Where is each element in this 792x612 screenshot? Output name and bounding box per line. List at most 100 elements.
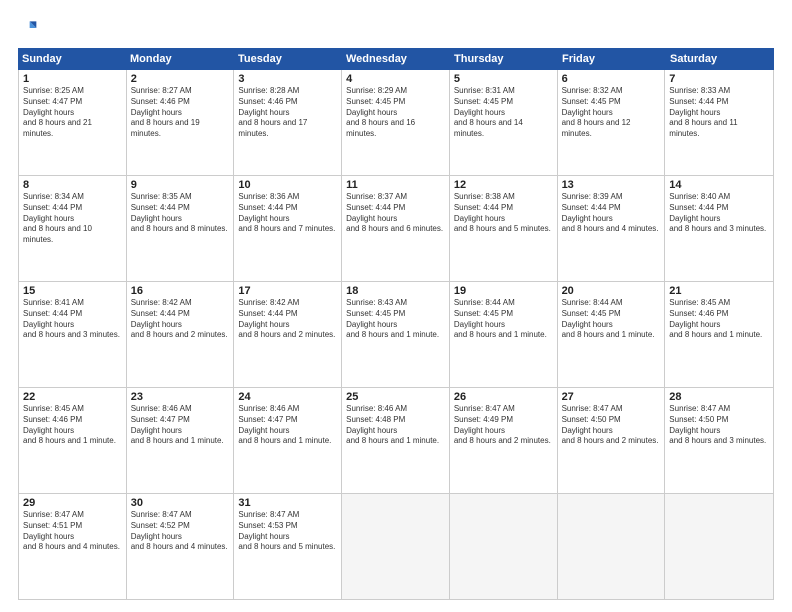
cell-text: Sunrise: 8:32 AMSunset: 4:45 PMDaylight … (562, 86, 661, 140)
day-number: 11 (346, 179, 445, 191)
logo (18, 18, 42, 38)
cell-text: Sunrise: 8:34 AMSunset: 4:44 PMDaylight … (23, 192, 122, 246)
day-cell-8: 8Sunrise: 8:34 AMSunset: 4:44 PMDaylight… (19, 176, 127, 281)
cell-text: Sunrise: 8:44 AMSunset: 4:45 PMDaylight … (454, 298, 553, 341)
day-number: 10 (238, 179, 337, 191)
cell-text: Sunrise: 8:35 AMSunset: 4:44 PMDaylight … (131, 192, 230, 235)
day-number: 22 (23, 391, 122, 403)
empty-cell (450, 494, 558, 599)
day-number: 30 (131, 497, 230, 509)
day-number: 21 (669, 285, 769, 297)
cell-text: Sunrise: 8:37 AMSunset: 4:44 PMDaylight … (346, 192, 445, 235)
day-number: 27 (562, 391, 661, 403)
cell-text: Sunrise: 8:29 AMSunset: 4:45 PMDaylight … (346, 86, 445, 140)
day-number: 26 (454, 391, 553, 403)
day-number: 8 (23, 179, 122, 191)
calendar-row-1: 1Sunrise: 8:25 AMSunset: 4:47 PMDaylight… (19, 70, 773, 176)
day-number: 16 (131, 285, 230, 297)
day-cell-13: 13Sunrise: 8:39 AMSunset: 4:44 PMDayligh… (558, 176, 666, 281)
cell-text: Sunrise: 8:31 AMSunset: 4:45 PMDaylight … (454, 86, 553, 140)
empty-cell (558, 494, 666, 599)
cell-text: Sunrise: 8:25 AMSunset: 4:47 PMDaylight … (23, 86, 122, 140)
cell-text: Sunrise: 8:45 AMSunset: 4:46 PMDaylight … (23, 404, 122, 447)
cell-text: Sunrise: 8:33 AMSunset: 4:44 PMDaylight … (669, 86, 769, 140)
cell-text: Sunrise: 8:47 AMSunset: 4:53 PMDaylight … (238, 510, 337, 553)
day-cell-12: 12Sunrise: 8:38 AMSunset: 4:44 PMDayligh… (450, 176, 558, 281)
day-number: 24 (238, 391, 337, 403)
day-cell-2: 2Sunrise: 8:27 AMSunset: 4:46 PMDaylight… (127, 70, 235, 175)
day-cell-6: 6Sunrise: 8:32 AMSunset: 4:45 PMDaylight… (558, 70, 666, 175)
day-number: 12 (454, 179, 553, 191)
day-cell-18: 18Sunrise: 8:43 AMSunset: 4:45 PMDayligh… (342, 282, 450, 387)
day-number: 7 (669, 73, 769, 85)
header-day-sunday: Sunday (18, 48, 126, 70)
day-number: 25 (346, 391, 445, 403)
cell-text: Sunrise: 8:38 AMSunset: 4:44 PMDaylight … (454, 192, 553, 235)
day-cell-11: 11Sunrise: 8:37 AMSunset: 4:44 PMDayligh… (342, 176, 450, 281)
day-number: 29 (23, 497, 122, 509)
empty-cell (665, 494, 773, 599)
cell-text: Sunrise: 8:47 AMSunset: 4:49 PMDaylight … (454, 404, 553, 447)
day-cell-31: 31Sunrise: 8:47 AMSunset: 4:53 PMDayligh… (234, 494, 342, 599)
day-cell-5: 5Sunrise: 8:31 AMSunset: 4:45 PMDaylight… (450, 70, 558, 175)
day-cell-10: 10Sunrise: 8:36 AMSunset: 4:44 PMDayligh… (234, 176, 342, 281)
day-cell-1: 1Sunrise: 8:25 AMSunset: 4:47 PMDaylight… (19, 70, 127, 175)
header-day-monday: Monday (126, 48, 234, 70)
day-cell-25: 25Sunrise: 8:46 AMSunset: 4:48 PMDayligh… (342, 388, 450, 493)
header-day-friday: Friday (558, 48, 666, 70)
day-cell-14: 14Sunrise: 8:40 AMSunset: 4:44 PMDayligh… (665, 176, 773, 281)
cell-text: Sunrise: 8:47 AMSunset: 4:50 PMDaylight … (562, 404, 661, 447)
header (18, 18, 774, 38)
cell-text: Sunrise: 8:43 AMSunset: 4:45 PMDaylight … (346, 298, 445, 341)
calendar-body-outer: 1Sunrise: 8:25 AMSunset: 4:47 PMDaylight… (18, 70, 774, 600)
day-cell-20: 20Sunrise: 8:44 AMSunset: 4:45 PMDayligh… (558, 282, 666, 387)
day-number: 14 (669, 179, 769, 191)
cell-text: Sunrise: 8:47 AMSunset: 4:50 PMDaylight … (669, 404, 769, 447)
calendar-row-4: 22Sunrise: 8:45 AMSunset: 4:46 PMDayligh… (19, 388, 773, 494)
header-day-tuesday: Tuesday (234, 48, 342, 70)
calendar-row-3: 15Sunrise: 8:41 AMSunset: 4:44 PMDayligh… (19, 282, 773, 388)
cell-text: Sunrise: 8:47 AMSunset: 4:52 PMDaylight … (131, 510, 230, 553)
calendar-body: 1Sunrise: 8:25 AMSunset: 4:47 PMDaylight… (19, 70, 773, 599)
day-cell-28: 28Sunrise: 8:47 AMSunset: 4:50 PMDayligh… (665, 388, 773, 493)
day-cell-23: 23Sunrise: 8:46 AMSunset: 4:47 PMDayligh… (127, 388, 235, 493)
cell-text: Sunrise: 8:46 AMSunset: 4:48 PMDaylight … (346, 404, 445, 447)
header-day-thursday: Thursday (450, 48, 558, 70)
day-cell-26: 26Sunrise: 8:47 AMSunset: 4:49 PMDayligh… (450, 388, 558, 493)
calendar-header: SundayMondayTuesdayWednesdayThursdayFrid… (18, 48, 774, 70)
day-number: 1 (23, 73, 122, 85)
day-cell-29: 29Sunrise: 8:47 AMSunset: 4:51 PMDayligh… (19, 494, 127, 599)
page: SundayMondayTuesdayWednesdayThursdayFrid… (0, 0, 792, 612)
cell-text: Sunrise: 8:39 AMSunset: 4:44 PMDaylight … (562, 192, 661, 235)
calendar-row-5: 29Sunrise: 8:47 AMSunset: 4:51 PMDayligh… (19, 494, 773, 599)
cell-text: Sunrise: 8:40 AMSunset: 4:44 PMDaylight … (669, 192, 769, 235)
day-number: 31 (238, 497, 337, 509)
cell-text: Sunrise: 8:42 AMSunset: 4:44 PMDaylight … (131, 298, 230, 341)
empty-cell (342, 494, 450, 599)
day-cell-17: 17Sunrise: 8:42 AMSunset: 4:44 PMDayligh… (234, 282, 342, 387)
cell-text: Sunrise: 8:36 AMSunset: 4:44 PMDaylight … (238, 192, 337, 235)
day-cell-9: 9Sunrise: 8:35 AMSunset: 4:44 PMDaylight… (127, 176, 235, 281)
cell-text: Sunrise: 8:27 AMSunset: 4:46 PMDaylight … (131, 86, 230, 140)
day-number: 18 (346, 285, 445, 297)
day-number: 15 (23, 285, 122, 297)
cell-text: Sunrise: 8:46 AMSunset: 4:47 PMDaylight … (131, 404, 230, 447)
calendar-row-2: 8Sunrise: 8:34 AMSunset: 4:44 PMDaylight… (19, 176, 773, 282)
day-cell-4: 4Sunrise: 8:29 AMSunset: 4:45 PMDaylight… (342, 70, 450, 175)
day-cell-16: 16Sunrise: 8:42 AMSunset: 4:44 PMDayligh… (127, 282, 235, 387)
day-number: 20 (562, 285, 661, 297)
cell-text: Sunrise: 8:47 AMSunset: 4:51 PMDaylight … (23, 510, 122, 553)
cell-text: Sunrise: 8:46 AMSunset: 4:47 PMDaylight … (238, 404, 337, 447)
day-number: 13 (562, 179, 661, 191)
day-cell-27: 27Sunrise: 8:47 AMSunset: 4:50 PMDayligh… (558, 388, 666, 493)
day-number: 28 (669, 391, 769, 403)
day-cell-30: 30Sunrise: 8:47 AMSunset: 4:52 PMDayligh… (127, 494, 235, 599)
day-number: 2 (131, 73, 230, 85)
cell-text: Sunrise: 8:44 AMSunset: 4:45 PMDaylight … (562, 298, 661, 341)
day-cell-24: 24Sunrise: 8:46 AMSunset: 4:47 PMDayligh… (234, 388, 342, 493)
cell-text: Sunrise: 8:45 AMSunset: 4:46 PMDaylight … (669, 298, 769, 341)
day-number: 4 (346, 73, 445, 85)
cell-text: Sunrise: 8:42 AMSunset: 4:44 PMDaylight … (238, 298, 337, 341)
day-number: 23 (131, 391, 230, 403)
day-cell-15: 15Sunrise: 8:41 AMSunset: 4:44 PMDayligh… (19, 282, 127, 387)
